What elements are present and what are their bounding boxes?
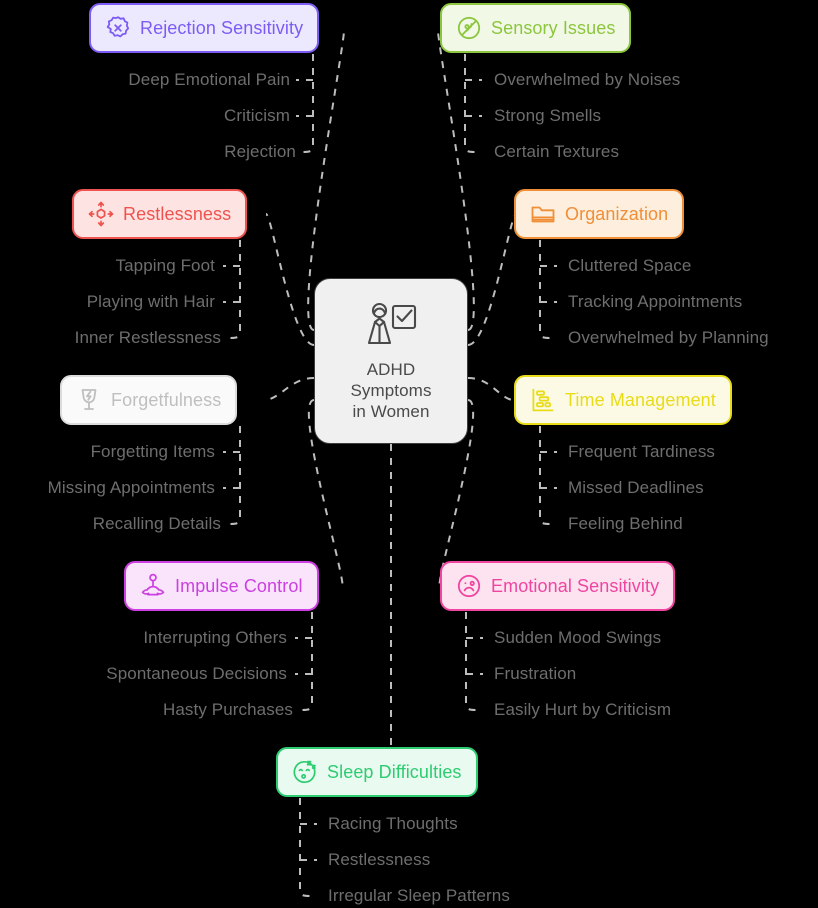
center-node[interactable]: ADHD Symptoms in Women [314,278,468,444]
branch-node-restlessness[interactable]: Restlessness [72,189,248,239]
branch-node-time-management[interactable]: Time Management [514,375,732,425]
edge-time-management [467,377,515,401]
leaf-edges-sleep-difficulties [299,798,312,897]
branch-label-emotional-sensitivity: Emotional Sensitivity [491,575,660,596]
leaf-item: Overwhelmed by Noises [494,70,681,89]
leaf-item: Feeling Behind [568,514,683,533]
branch-label-organization: Organization [565,203,669,224]
meditation-icon [141,573,165,596]
no-scent-icon [457,16,481,40]
branch-label-impulse-control: Impulse Control [175,575,303,596]
branch-node-sensory-issues[interactable]: Sensory Issues [440,3,632,53]
edge-organization [467,213,517,346]
edge-forgetfulness [263,377,315,401]
branch-label-sleep-difficulties: Sleep Difficulties [327,761,462,782]
branch-node-impulse-control[interactable]: Impulse Control [124,561,319,611]
leaf-item: Missing Appointments [47,478,215,497]
leaf-edges-time-management [539,426,552,525]
leaf-item: Interrupting Others [143,628,287,647]
leaf-item: Strong Smells [494,106,602,125]
leaf-item: Inner Restlessness [74,328,221,347]
center-node-label: ADHD Symptoms in Women [350,359,432,421]
leaf-item: Frequent Tardiness [568,442,716,461]
leaf-edges-forgetfulness [228,426,241,525]
branch-node-emotional-sensitivity[interactable]: Emotional Sensitivity [440,561,676,611]
branch-label-rejection-sensitivity: Rejection Sensitivity [140,17,304,38]
leaf-item: Criticism [223,106,290,125]
leaf-edges-restlessness [228,240,241,339]
folder-icon [531,206,555,223]
move-arrows-icon [88,201,114,227]
leaf-item: Tapping Foot [115,256,215,275]
leaf-item: Hasty Purchases [163,700,293,719]
branch-node-organization[interactable]: Organization [514,189,685,239]
leaf-item: Easily Hurt by Criticism [494,700,672,719]
broken-glass-icon [81,389,97,410]
rosette-x-icon [106,16,130,38]
sleeping-face-icon [293,760,316,784]
leaf-item: Deep Emotional Pain [128,70,290,89]
leaf-item: Missed Deadlines [568,478,704,497]
leaf-edges-sensory-issues [464,54,477,153]
branch-label-restlessness: Restlessness [123,203,232,224]
branch-node-forgetfulness[interactable]: Forgetfulness [60,375,238,425]
leaf-edges-emotional-sensitivity [465,612,478,711]
leaf-edges-impulse-control [300,612,313,711]
leaf-item: Playing with Hair [86,292,215,311]
leaf-item: Restlessness [328,850,431,869]
leaf-item: Cluttered Space [568,256,692,275]
gantt-chart-icon [532,388,554,412]
woman-with-checklist-icon [367,302,417,344]
branch-node-rejection-sensitivity[interactable]: Rejection Sensitivity [89,3,320,53]
branch-label-forgetfulness: Forgetfulness [111,389,222,410]
leaf-item: Irregular Sleep Patterns [328,886,510,905]
leaf-item: Frustration [494,664,577,683]
mindmap-canvas: ADHD Symptoms in Women Rejection Sensiti… [0,0,818,908]
branch-label-sensory-issues: Sensory Issues [491,17,616,38]
leaf-item: Rejection [224,142,296,161]
branch-label-time-management: Time Management [565,389,716,410]
leaf-item: Forgetting Items [90,442,215,461]
edge-restlessness [265,213,315,346]
leaf-item: Overwhelmed by Planning [568,328,769,347]
leaf-edges-rejection-sensitivity [301,54,314,153]
leaf-item: Racing Thoughts [328,814,458,833]
leaf-edges-organization [539,240,552,339]
leaf-item: Spontaneous Decisions [106,664,287,683]
leaf-item: Tracking Appointments [568,292,743,311]
leaf-item: Certain Textures [494,142,620,161]
sad-face-icon [457,574,481,598]
branch-node-sleep-difficulties[interactable]: Sleep Difficulties [276,747,478,797]
leaf-item: Recalling Details [92,514,221,533]
leaf-item: Sudden Mood Swings [494,628,662,647]
